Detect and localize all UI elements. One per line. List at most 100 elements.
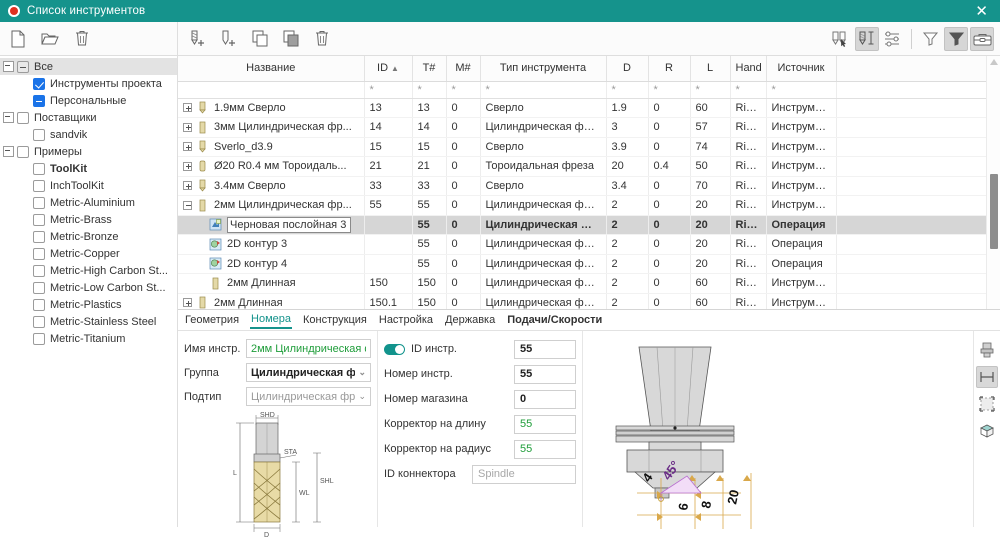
cell-m[interactable]: 0	[446, 137, 481, 157]
cell-blank[interactable]	[836, 234, 1000, 255]
cell-d[interactable]: 2	[606, 254, 649, 274]
cube-icon[interactable]	[976, 420, 998, 442]
cell-source[interactable]: Инструмен...	[766, 137, 837, 157]
filter-filled-icon[interactable]	[944, 26, 968, 51]
cell-id[interactable]: 15	[364, 137, 413, 157]
cell-m[interactable]: 0	[446, 117, 481, 138]
cell-hand[interactable]: Right	[730, 117, 767, 138]
column-header-d[interactable]: D	[606, 56, 649, 82]
cell-r[interactable]: 0	[648, 254, 691, 274]
cell-l[interactable]: 20	[690, 234, 731, 255]
row-name-editor[interactable]: Черновая послойная 3	[227, 216, 352, 233]
cell-l[interactable]: 57	[690, 117, 731, 138]
tree-item-12[interactable]: Metric-High Carbon St...	[0, 262, 177, 279]
cell-l[interactable]: 50	[690, 156, 731, 177]
cell-m[interactable]: 0	[446, 98, 481, 118]
tree-checkbox[interactable]	[33, 162, 45, 175]
toolbox-icon[interactable]	[970, 26, 994, 51]
tree-item-10[interactable]: Metric-Bronze	[0, 228, 177, 245]
cell-t[interactable]: 21	[412, 156, 447, 177]
cell-hand[interactable]: Right	[730, 195, 767, 216]
cell-blank[interactable]	[836, 98, 1000, 118]
cell-id[interactable]: 33	[364, 176, 413, 196]
cell-m[interactable]: 0	[446, 195, 481, 216]
tree-checkbox[interactable]	[33, 230, 45, 243]
cell-id[interactable]: 13	[364, 98, 413, 118]
cell-d[interactable]: 2	[606, 195, 649, 216]
field-input[interactable]: 55	[514, 414, 576, 434]
row-expander-icon[interactable]	[183, 122, 192, 132]
cell-type[interactable]: Сверло	[480, 137, 607, 157]
new-document-icon[interactable]	[6, 27, 30, 51]
tool-dimensions-icon[interactable]	[855, 26, 879, 51]
tree-item-11[interactable]: Metric-Copper	[0, 245, 177, 262]
field-select[interactable]: Цилиндрическая фреза⌄	[246, 387, 371, 406]
tree-checkbox[interactable]	[33, 315, 45, 328]
tree-checkbox[interactable]	[33, 94, 45, 107]
filter-cell-r[interactable]: *	[648, 81, 691, 99]
cell-type[interactable]: Цилиндрическая фреза	[480, 215, 607, 235]
tree-checkbox[interactable]	[17, 145, 29, 158]
cell-id[interactable]: 150.1	[364, 293, 413, 309]
cell-type[interactable]: Цилиндрическая фреза	[480, 273, 607, 294]
cell-d[interactable]: 2	[606, 293, 649, 309]
cell-name[interactable]: Sverlo_d3.9	[178, 137, 365, 157]
column-header-type[interactable]: Тип инструмента	[480, 56, 607, 82]
cell-name[interactable]: 1.9мм Сверло	[178, 98, 365, 118]
cell-name[interactable]: 2мм Цилиндрическая фр...	[178, 195, 365, 216]
cell-hand[interactable]: Right	[730, 156, 767, 177]
tree-item-9[interactable]: Metric-Brass	[0, 211, 177, 228]
tree-item-6[interactable]: ToolKit	[0, 160, 177, 177]
select-tool-icon[interactable]	[829, 27, 853, 51]
field-input[interactable]: 55	[514, 364, 576, 384]
cell-name[interactable]: 3мм Цилиндрическая фр...	[178, 117, 365, 138]
cell-name[interactable]: 2D контур 4	[178, 254, 365, 274]
cell-r[interactable]: 0	[648, 117, 691, 138]
holder-3d-icon[interactable]	[976, 339, 998, 361]
table-row[interactable]: 3мм Цилиндрическая фр... 14 14 0 Цилиндричес…	[178, 117, 1000, 138]
cell-source[interactable]: Операция	[766, 254, 837, 274]
cell-type[interactable]: Цилиндрическая фреза	[480, 254, 607, 274]
delete-trash-icon[interactable]	[310, 27, 334, 51]
cell-type[interactable]: Сверло	[480, 176, 607, 196]
cell-d[interactable]: 3.9	[606, 137, 649, 157]
tab-1[interactable]: Номера	[250, 311, 293, 329]
field-input[interactable]: 55	[514, 439, 576, 459]
cell-blank[interactable]	[836, 273, 1000, 294]
add-mill-tool-icon[interactable]	[186, 27, 210, 51]
cell-m[interactable]: 0	[446, 234, 481, 255]
table-row[interactable]: 2мм Длинная 150.1 150 0 Цилиндрическая фреза…	[178, 293, 1000, 309]
cell-l[interactable]: 60	[690, 273, 731, 294]
column-header-name[interactable]: Название	[178, 56, 365, 82]
column-header-blank[interactable]	[836, 56, 1000, 82]
cell-l[interactable]: 60	[690, 98, 731, 118]
chevron-down-icon[interactable]: ⌄	[355, 391, 366, 402]
tree-expander-icon[interactable]	[3, 112, 14, 123]
grid-vertical-scrollbar[interactable]	[986, 56, 1000, 309]
cell-m[interactable]: 0	[446, 215, 481, 235]
copy-icon[interactable]	[248, 27, 272, 51]
tree-item-4[interactable]: sandvik	[0, 126, 177, 143]
cell-m[interactable]: 0	[446, 293, 481, 309]
cell-id[interactable]	[364, 234, 413, 255]
tree-checkbox[interactable]	[33, 77, 45, 90]
row-expander-icon[interactable]	[183, 181, 192, 191]
column-header-r[interactable]: R	[648, 56, 691, 82]
chevron-down-icon[interactable]: ⌄	[355, 367, 366, 378]
table-row[interactable]: 3.4мм Сверло 33 33 0 Сверло 3.4 0 70 Right Инстру…	[178, 176, 1000, 196]
add-drill-tool-icon[interactable]	[217, 27, 241, 51]
scrollbar-thumb[interactable]	[990, 174, 998, 249]
tree-item-13[interactable]: Metric-Low Carbon St...	[0, 279, 177, 296]
column-header-source[interactable]: Источник	[766, 56, 837, 82]
table-row[interactable]: Ø20 R0.4 мм Тороидаль... 21 21 0 Тороидальна…	[178, 156, 1000, 177]
settings-sliders-icon[interactable]	[881, 27, 905, 51]
cell-t[interactable]: 150	[412, 273, 447, 294]
cell-type[interactable]: Цилиндрическая фреза	[480, 293, 607, 309]
field-input[interactable]: 55	[514, 339, 576, 359]
table-row[interactable]: 2мм Цилиндрическая фр... 55 55 0 Цилиндричес…	[178, 195, 1000, 216]
filter-cell-blank[interactable]	[836, 81, 1000, 99]
stock-icon[interactable]	[976, 393, 998, 415]
cell-name[interactable]: Ø20 R0.4 мм Тороидаль...	[178, 156, 365, 177]
cell-blank[interactable]	[836, 254, 1000, 274]
filter-row[interactable]: * * * * * * * * *	[178, 81, 1000, 99]
